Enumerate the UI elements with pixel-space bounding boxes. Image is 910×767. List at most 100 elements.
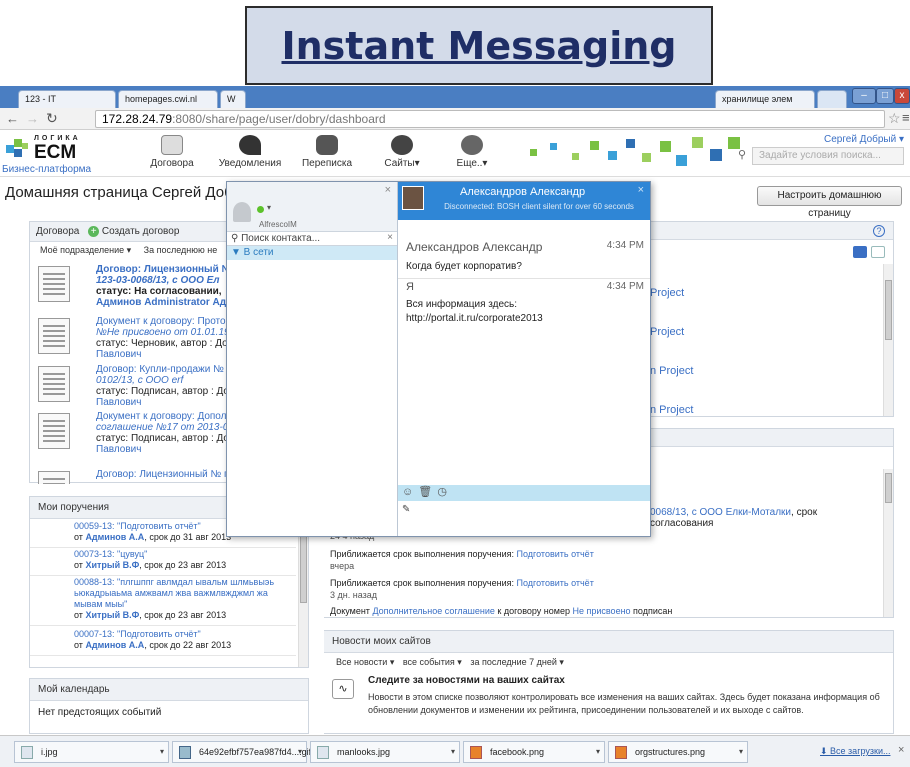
all-downloads-label: Все загрузки... (830, 746, 891, 756)
message-time: 4:34 PM (606, 281, 644, 292)
activity-text: Приближается срок выполнения поручения: (330, 578, 517, 588)
download-item[interactable]: orgstructures.png ▾ (608, 741, 748, 763)
project-link[interactable]: Project (650, 287, 684, 299)
task-author-link[interactable]: Админов А.А (85, 532, 144, 542)
nav-sites[interactable]: Сайты▾ (367, 135, 437, 169)
menu-icon[interactable]: ≡ (902, 110, 910, 125)
message-time: 4:34 PM (606, 240, 644, 251)
task-item[interactable]: 00073-13: "цувуц" от Хитрый В.Ф, срок до … (30, 549, 296, 576)
site-news-filters: Все новости ▾ все события ▾ за последние… (324, 653, 893, 672)
project-link[interactable]: n Project (650, 404, 693, 416)
smiley-icon[interactable]: ☺ (402, 486, 413, 498)
online-group[interactable]: ▼ В сети (227, 246, 397, 260)
user-menu[interactable]: Сергей Добрый ▾ (824, 134, 904, 145)
address-bar[interactable]: 172.28.24.79:8080/share/page/user/dobry/… (95, 110, 885, 128)
online-status-icon[interactable] (257, 206, 264, 213)
news-type-filter[interactable]: Все новости ▾ (336, 657, 394, 667)
list-view-icon[interactable] (871, 246, 885, 258)
document-number-link[interactable]: Не присвоено (572, 606, 630, 616)
contact-search-input[interactable]: Поиск контакта... (241, 233, 320, 244)
tasks-scrollbar[interactable] (298, 519, 308, 667)
browser-tab[interactable]: W (220, 90, 246, 108)
new-tab-button[interactable] (817, 90, 847, 108)
clear-icon[interactable]: × (387, 232, 393, 243)
browser-tab[interactable]: 123 - IT (18, 90, 116, 108)
download-item[interactable]: i.jpg ▾ (14, 741, 169, 763)
search-input[interactable]: Задайте условия поиска... (752, 147, 904, 165)
task-link[interactable]: Подготовить отчёт (517, 578, 594, 588)
task-link[interactable]: Подготовить отчёт (517, 549, 594, 559)
download-filename: 64e92efbf757ea987fd4....gif (199, 747, 312, 757)
event-filter[interactable]: все события ▾ (403, 657, 462, 667)
browser-tab[interactable]: хранилище элем (715, 90, 815, 108)
contracts-icon (161, 135, 183, 155)
nav-notifications[interactable]: Уведомления (215, 135, 285, 169)
activity-text: Приближается срок выполнения поручения: (330, 549, 517, 559)
customize-dashboard-button[interactable]: Настроить домашнюю страницу (757, 186, 902, 219)
back-icon[interactable]: ← (6, 111, 19, 126)
close-window-button[interactable]: x (894, 88, 910, 104)
chevron-down-icon[interactable]: ▾ (451, 747, 455, 756)
bookmark-star-icon[interactable]: ☆ (888, 110, 901, 127)
trash-icon[interactable]: 🗑 (418, 486, 432, 498)
period-filter[interactable]: За последнюю не (144, 245, 218, 255)
project-link[interactable]: n Project (650, 365, 693, 377)
chevron-down-icon[interactable]: ▾ (596, 747, 600, 756)
chevron-down-icon[interactable]: ▾ (160, 747, 164, 756)
maximize-button[interactable]: □ (876, 88, 894, 104)
forward-icon[interactable]: → (26, 111, 39, 126)
document-icon (38, 413, 70, 449)
panel-title: Договора (36, 226, 80, 237)
detail-view-icon[interactable] (853, 246, 867, 258)
task-title-link[interactable]: 00073-13: "цувуц" (46, 549, 286, 560)
history-icon[interactable]: ◷ (437, 486, 447, 498)
site-news-heading: Следите за новостями на ваших сайтах (368, 675, 565, 686)
help-icon[interactable]: ? (873, 225, 885, 237)
scrollbar-thumb[interactable] (885, 473, 892, 503)
all-downloads-link[interactable]: ⬇ Все загрузки... (820, 746, 890, 757)
chevron-down-icon[interactable]: ▾ (739, 747, 743, 756)
nav-contracts[interactable]: Договора (137, 135, 207, 169)
close-icon[interactable]: × (638, 184, 644, 196)
header-mosaic-decoration (520, 135, 750, 171)
banner-title: Instant Messaging (281, 23, 677, 68)
message-input[interactable]: ✎ (398, 501, 650, 536)
minimize-button[interactable]: – (852, 88, 876, 104)
project-link[interactable]: Project (650, 326, 684, 338)
scrollbar-thumb[interactable] (885, 280, 892, 340)
chevron-down-icon[interactable]: ▾ (298, 747, 302, 756)
download-item[interactable]: facebook.png ▾ (463, 741, 605, 763)
activity-scrollbar[interactable] (883, 469, 893, 617)
activity-pulse-icon: ∿ (332, 679, 354, 699)
task-item[interactable]: 00088-13: "плгшппг авлмдал ывальм шлмьвы… (30, 577, 296, 626)
days-filter[interactable]: за последние 7 дней ▾ (470, 657, 564, 667)
task-author-link[interactable]: Хитрый В.Ф (85, 560, 139, 570)
download-item[interactable]: 64e92efbf757ea987fd4....gif ▾ (172, 741, 311, 763)
document-link[interactable]: Дополнительное соглашение (372, 606, 494, 616)
search-icon[interactable]: ⚲ (738, 148, 746, 161)
task-title-link[interactable]: 00088-13: "плгшппг авлмдал ывальм шлмьвы… (46, 577, 286, 610)
page-title: Домашняя страница Сергей Добры (5, 184, 252, 201)
nav-more[interactable]: Еще..▾ (437, 135, 507, 169)
download-item[interactable]: manlooks.jpg ▾ (310, 741, 460, 763)
contact-search[interactable]: ⚲ Поиск контакта... × (227, 232, 397, 246)
department-filter[interactable]: Моё подразделение ▾ (40, 245, 131, 255)
browser-tab[interactable]: homepages.cwi.nl (118, 90, 218, 108)
contact-avatar (402, 186, 424, 210)
projects-scrollbar[interactable] (883, 264, 893, 416)
nav-messages[interactable]: Переписка (292, 135, 362, 169)
task-title-link[interactable]: 00007-13: "Подготовить отчёт" (46, 629, 286, 640)
task-item[interactable]: 00007-13: "Подготовить отчёт" от Админов … (30, 629, 296, 656)
reload-icon[interactable]: ↻ (46, 110, 58, 127)
close-icon[interactable]: × (385, 184, 391, 196)
contract-link[interactable]: 0068/13, с ООО Елки-Моталки (650, 507, 791, 518)
create-contract-link[interactable]: Создать договор (102, 226, 180, 237)
task-author-link[interactable]: Админов А.А (85, 640, 144, 650)
task-author-link[interactable]: Хитрый В.Ф (85, 610, 139, 620)
close-icon[interactable]: × (898, 744, 904, 756)
activity-item: Приближается срок выполнения поручения: … (330, 548, 594, 572)
download-filename: i.jpg (41, 747, 58, 757)
bell-icon (239, 135, 261, 155)
tab-label: хранилище элем (722, 94, 793, 104)
chevron-down-icon[interactable]: ▾ (267, 203, 271, 212)
